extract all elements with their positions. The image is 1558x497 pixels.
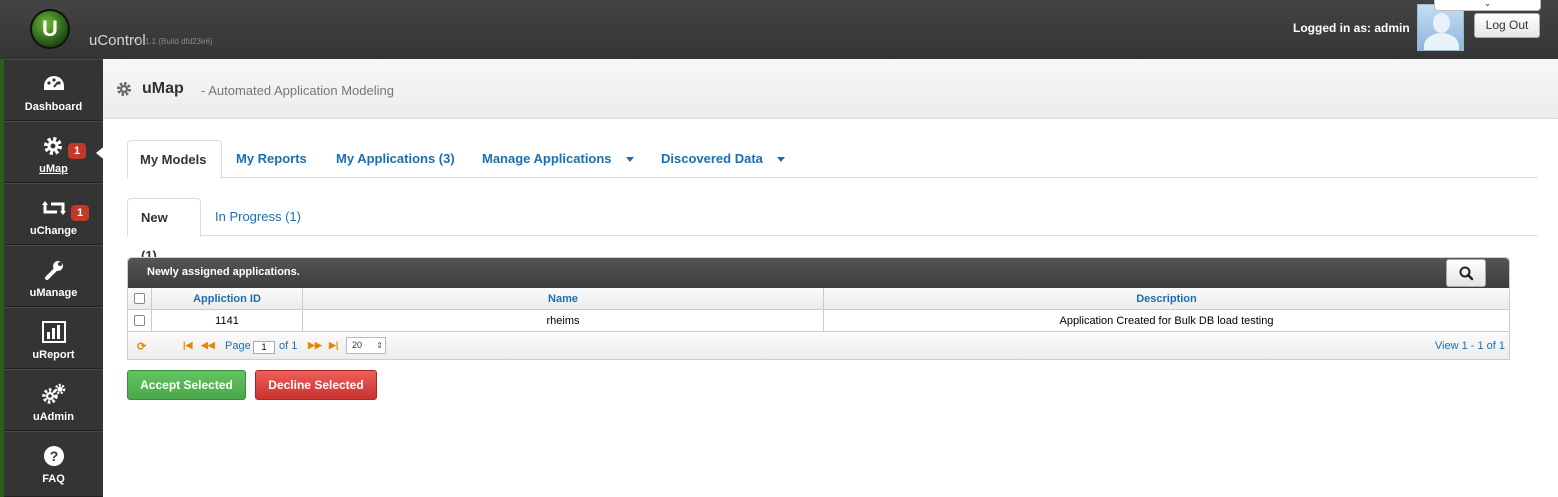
sidebar-item-ureport[interactable]: uReport — [4, 307, 103, 369]
wrench-icon — [45, 261, 63, 280]
tab-in-progress[interactable]: In Progress (1) — [202, 198, 314, 236]
sidebar-item-label: uReport — [32, 349, 75, 361]
sidebar-item-label: uChange — [29, 225, 78, 237]
uchange-badge: 1 — [71, 205, 89, 221]
bar-chart-icon — [42, 321, 66, 343]
row-select-cell — [128, 310, 152, 332]
sidebar: Dashboard 1 uMap 1 uChange uManage uRepo… — [0, 59, 107, 497]
decline-selected-button[interactable]: Decline Selected — [255, 370, 377, 400]
view-records-info: View 1 - 1 of 1 — [1434, 340, 1505, 352]
applications-grid: Newly assigned applications. Appliction … — [127, 257, 1510, 360]
tab-label: Discovered Data — [661, 151, 763, 166]
tab-discovered-data[interactable]: Discovered Data — [649, 140, 797, 178]
refresh-icon[interactable]: ⟳ — [137, 340, 146, 353]
sidebar-item-label: FAQ — [42, 473, 65, 485]
tab-my-reports[interactable]: My Reports — [224, 140, 319, 178]
grid-caption: Newly assigned applications. — [147, 266, 300, 278]
umap-badge: 1 — [68, 143, 86, 159]
svg-text:?: ? — [50, 448, 59, 464]
logged-in-text: Logged in as: admin — [1293, 21, 1410, 35]
select-all-cell — [128, 288, 152, 310]
main-tabs: My Models My Reports My Applications (3)… — [127, 140, 1538, 179]
tab-manage-applications[interactable]: Manage Applications — [470, 140, 646, 178]
grid-header-row: Appliction ID Name Description — [128, 288, 1509, 310]
column-header-description[interactable]: Description — [824, 288, 1509, 310]
search-icon — [1459, 266, 1474, 281]
gear-icon — [117, 82, 131, 96]
table-row[interactable]: 1141 rheims Application Created for Bulk… — [128, 310, 1509, 332]
first-page-icon[interactable]: |◀ — [183, 340, 192, 351]
grid-caption-bar: Newly assigned applications. — [128, 258, 1509, 288]
row-checkbox[interactable] — [134, 315, 145, 326]
dashboard-icon — [44, 76, 64, 90]
tab-new[interactable]: New (1) — [127, 198, 201, 263]
retweet-icon — [42, 201, 66, 215]
tab-my-applications[interactable]: My Applications (3) — [324, 140, 467, 178]
column-header-name[interactable]: Name — [303, 288, 824, 310]
gear-icon — [44, 137, 62, 155]
rows-value: 20 — [352, 340, 363, 350]
column-header-id[interactable]: Appliction ID — [152, 288, 303, 310]
page-header: uMap - Automated Application Modeling — [103, 59, 1558, 119]
page-count: of 1 — [279, 340, 298, 352]
top-bar: U uControl V1.1.1 (Build dfd23e6) Logged… — [0, 0, 1558, 59]
sidebar-item-label: uAdmin — [33, 411, 74, 423]
app-version: V1.1.1 (Build dfd23e6) — [133, 37, 213, 46]
sidebar-item-dashboard[interactable]: Dashboard — [4, 59, 103, 121]
sidebar-item-uchange[interactable]: 1 uChange — [4, 183, 103, 245]
sidebar-item-umanage[interactable]: uManage — [4, 245, 103, 307]
question-icon: ? — [44, 446, 64, 466]
logout-button[interactable]: Log Out — [1474, 13, 1540, 38]
avatar[interactable] — [1417, 4, 1464, 51]
page-number-input[interactable]: 1 — [253, 341, 275, 354]
caret-down-icon — [625, 157, 634, 163]
page-label: Page — [225, 340, 251, 352]
gears-icon — [42, 383, 66, 404]
chevron-down-icon[interactable]: ⌄ — [1434, 0, 1541, 11]
sidebar-item-umap[interactable]: 1 uMap — [4, 121, 103, 183]
tab-label: Manage Applications — [482, 151, 612, 166]
sidebar-item-label: uManage — [29, 287, 78, 299]
active-indicator-arrow — [96, 144, 107, 162]
sub-tabs: New (1) In Progress (1) — [127, 198, 1538, 263]
cell-name: rheims — [303, 310, 824, 332]
last-page-icon[interactable]: ▶| — [329, 340, 338, 351]
rows-per-page-select[interactable]: 20 ⇕ — [346, 337, 386, 354]
cell-id: 1141 — [152, 310, 303, 332]
logo-letter: U — [42, 16, 58, 41]
page-subtitle: - Automated Application Modeling — [201, 83, 394, 98]
prev-page-icon[interactable]: ◀◀ — [201, 340, 215, 351]
select-all-checkbox[interactable] — [134, 293, 145, 304]
sidebar-item-uadmin[interactable]: uAdmin — [4, 369, 103, 431]
grid-pager: ⟳ |◀ ◀◀ Page 1 of 1 ▶▶ ▶| 20 ⇕ View 1 - 1… — [128, 333, 1509, 359]
sidebar-item-label: uMap — [39, 163, 68, 175]
sidebar-item-faq[interactable]: ? FAQ — [4, 431, 103, 497]
next-page-icon[interactable]: ▶▶ — [308, 340, 322, 351]
tab-my-models[interactable]: My Models — [127, 140, 222, 179]
ucontrol-logo[interactable]: U — [30, 9, 70, 49]
spinner-arrows-icon: ⇕ — [376, 341, 383, 350]
caret-down-icon — [776, 157, 785, 163]
cell-description: Application Created for Bulk DB load tes… — [1059, 315, 1274, 327]
grid-search-button[interactable] — [1446, 259, 1486, 287]
accept-selected-button[interactable]: Accept Selected — [127, 370, 246, 400]
page-title: uMap — [142, 80, 184, 97]
sidebar-item-label: Dashboard — [24, 101, 83, 113]
